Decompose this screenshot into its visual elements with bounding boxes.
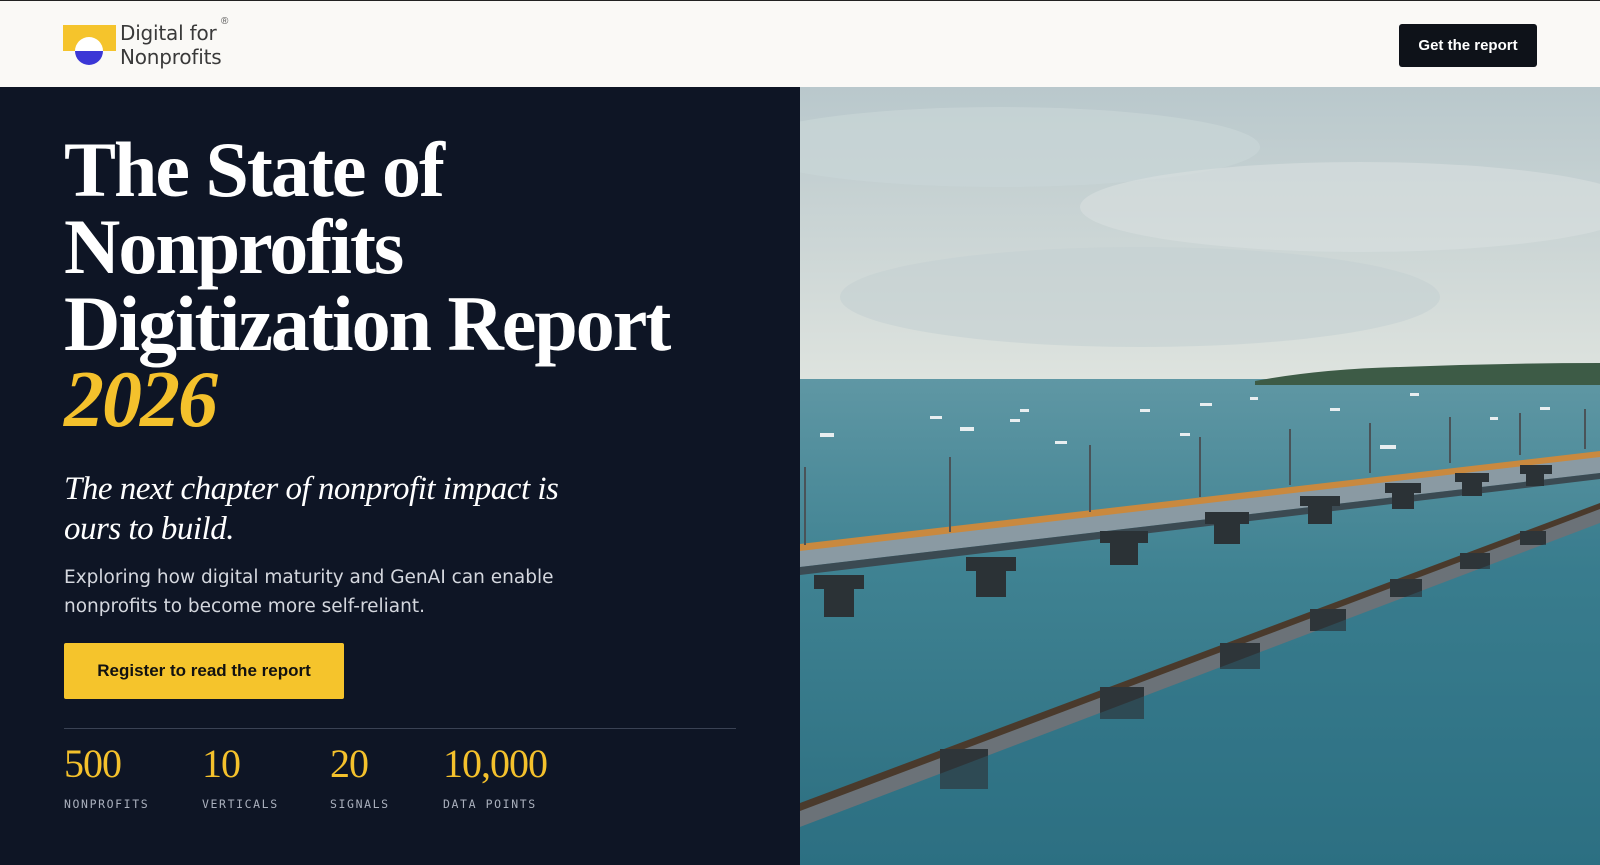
hero-description: Exploring how digital maturity and GenAI… [64, 567, 554, 617]
title-line-2: Nonprofits [64, 203, 404, 290]
logo-line-2: Nonprofits [120, 45, 222, 69]
registered-mark: ® [221, 16, 229, 27]
logo-line-1: Digital for [120, 21, 217, 45]
stat-nonprofits: 500 NONPROFITS [64, 739, 149, 811]
stat-data-points: 10,000 DATA POINTS [443, 739, 548, 811]
stat-value: 10,000 [443, 741, 548, 786]
title-line-1: The State of [64, 126, 445, 213]
stats-divider [64, 728, 736, 729]
title-year: 2026 [64, 356, 218, 444]
sea-bridge-photo-icon [800, 87, 1600, 865]
hero-panel: The State of Nonprofits Digitization Rep… [0, 87, 800, 865]
stat-label: DATA POINTS [443, 797, 537, 811]
stat-label: NONPROFITS [64, 797, 150, 811]
stat-value: 500 [64, 741, 122, 786]
stat-value: 10 [202, 741, 241, 786]
stat-signals: 20 SIGNALS [330, 739, 390, 811]
site-header: Digital for Nonprofits ® Get the report [0, 0, 1600, 87]
register-button[interactable]: Register to read the report [64, 643, 344, 699]
stat-label: VERTICALS [202, 797, 279, 811]
logo-text: Digital for Nonprofits [120, 21, 222, 69]
hero-subtitle: The next chapter of nonprofit impact is … [64, 471, 559, 547]
page-title: The State of Nonprofits Digitization Rep… [64, 126, 784, 444]
logo-mark-icon [63, 25, 116, 65]
hero-photo [800, 87, 1600, 865]
stat-verticals: 10 VERTICALS [202, 739, 279, 811]
logo[interactable]: Digital for Nonprofits ® [63, 16, 263, 72]
title-line-3: Digitization Report [64, 280, 671, 367]
stat-value: 20 [330, 741, 369, 786]
get-report-button[interactable]: Get the report [1399, 24, 1537, 67]
stat-label: SIGNALS [330, 797, 390, 811]
